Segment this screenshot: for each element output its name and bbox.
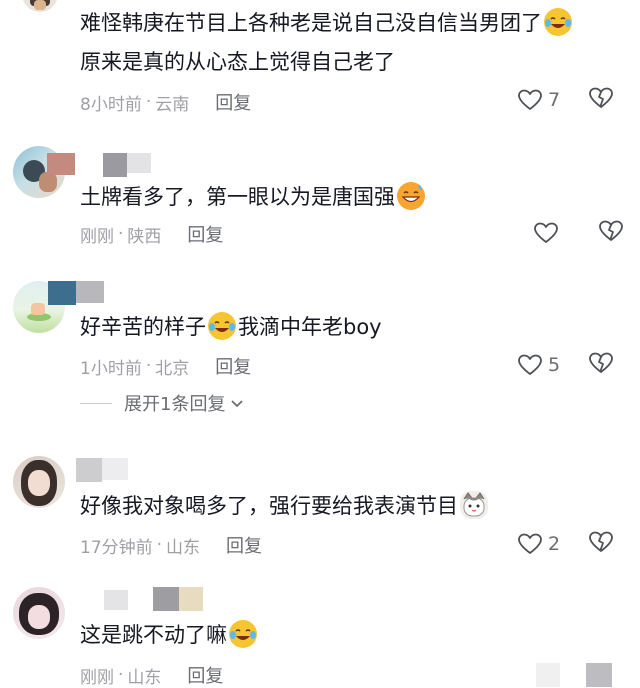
comment-time: 8小时前 [80, 94, 142, 115]
broken-heart-icon [589, 531, 613, 552]
username-blurred [76, 281, 104, 303]
dislike-button[interactable] [598, 219, 624, 247]
divider [80, 402, 112, 404]
comment-text-line2: 原来是真的从心态上觉得自己老了 [80, 50, 395, 74]
comment-location: 山东 [166, 537, 201, 558]
comment-text: 好辛苦的样子 我滴中年老boy [80, 310, 382, 344]
comment-meta: 17分钟前 · 山东 回复 [80, 532, 262, 558]
crying-laughing-emoji-icon [229, 620, 257, 648]
comment-time: 刚刚 [80, 226, 114, 247]
comment-actions: 2 [517, 530, 614, 558]
reply-button[interactable]: 回复 [226, 532, 262, 558]
blurred-region [586, 663, 612, 687]
dislike-button[interactable] [588, 530, 614, 558]
like-button[interactable]: 2 [517, 532, 560, 556]
sweat-smile-emoji-icon [397, 182, 425, 210]
comment-text: 土牌看多了，第一眼以为是唐国强 [80, 180, 427, 214]
dislike-button[interactable] [588, 86, 614, 114]
comment-actions: 5 [517, 351, 614, 379]
heart-outline-icon [518, 533, 542, 554]
avatar[interactable] [22, 0, 58, 12]
username-blurred [104, 590, 128, 610]
reply-button[interactable]: 回复 [187, 662, 223, 688]
comment-time: 刚刚 [80, 667, 114, 688]
crying-laughing-emoji-icon [544, 8, 572, 36]
username-blurred [103, 153, 127, 177]
expand-replies-button[interactable]: 展开1条回复 [80, 390, 245, 416]
dislike-button[interactable] [588, 351, 614, 379]
expand-replies-label: 展开1条回复 [124, 394, 226, 415]
comment-actions [533, 219, 624, 247]
broken-heart-icon [599, 220, 623, 241]
reply-button[interactable]: 回复 [215, 89, 251, 115]
username-blurred [48, 281, 76, 305]
comment-meta: 8小时前 · 云南 回复 [80, 89, 251, 115]
broken-heart-icon [589, 87, 613, 108]
comment-text: 难怪韩庚在节目上各种老是说自己没自信当男团了 [80, 6, 574, 40]
like-count: 2 [548, 533, 561, 555]
reply-button[interactable]: 回复 [215, 353, 251, 379]
comment-time: 1小时前 [80, 358, 142, 379]
comment-meta: 刚刚 · 山东 回复 [80, 662, 223, 688]
reply-button[interactable]: 回复 [187, 221, 223, 247]
comment-location: 山东 [127, 667, 162, 688]
heart-outline-icon [518, 354, 542, 375]
comment-text: 好像我对象喝多了，强行要给我表演节目 [80, 489, 490, 523]
comment-location: 北京 [155, 358, 190, 379]
username-blurred [153, 587, 179, 611]
username-blurred[interactable] [47, 153, 75, 175]
username-blurred [102, 458, 128, 480]
broken-heart-icon [589, 352, 613, 373]
username-blurred [179, 587, 203, 611]
comment-location: 陕西 [127, 226, 162, 247]
like-button[interactable]: 5 [517, 353, 560, 377]
comment-time: 17分钟前 [80, 537, 153, 558]
like-count: 7 [548, 89, 561, 111]
heart-outline-icon [534, 222, 558, 243]
like-button[interactable] [533, 221, 576, 245]
like-button[interactable]: 7 [517, 88, 560, 112]
username-blurred [76, 458, 102, 482]
chevron-down-icon [231, 400, 244, 408]
avatar[interactable] [13, 587, 65, 639]
comment-text: 这是跳不动了嘛 [80, 618, 259, 652]
username-blurred [127, 153, 151, 173]
cat-emoji-icon [460, 491, 488, 519]
crying-laughing-emoji-icon [208, 312, 236, 340]
comment-actions: 7 [517, 86, 614, 114]
comment-location: 云南 [155, 94, 190, 115]
comment-meta: 1小时前 · 北京 回复 [80, 353, 251, 379]
like-count: 5 [548, 354, 561, 376]
avatar[interactable] [13, 456, 65, 508]
heart-outline-icon [518, 89, 542, 110]
blurred-region [536, 663, 560, 687]
comment-meta: 刚刚 · 陕西 回复 [80, 221, 223, 247]
